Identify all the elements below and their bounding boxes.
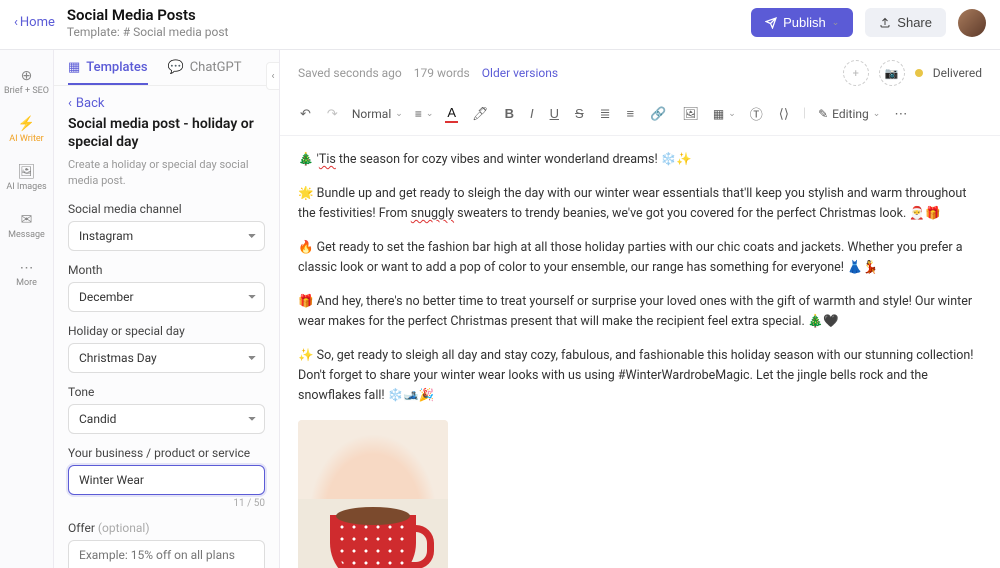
tone-label: Tone — [68, 385, 265, 399]
numbered-list-button[interactable]: ≡ — [625, 104, 637, 123]
form-title: Social media post - holiday or special d… — [68, 115, 265, 151]
chevron-left-icon: ‹ — [68, 96, 72, 111]
holiday-label: Holiday or special day — [68, 324, 265, 338]
code-button[interactable]: ⟨⟩ — [777, 104, 791, 124]
rail-ai-writer[interactable]: ⚡ AI Writer — [4, 108, 50, 152]
underline-button[interactable]: U — [548, 104, 561, 123]
share-button[interactable]: Share — [865, 8, 946, 37]
topbar: ‹ Home Social Media Posts Template: # So… — [0, 0, 1000, 50]
holiday-select[interactable]: Christmas Day — [68, 343, 265, 373]
chat-icon: 💬 — [168, 60, 184, 75]
rail-more[interactable]: ⋯ More — [4, 252, 50, 296]
rail-label: Brief + SEO — [4, 86, 49, 96]
editing-mode-select[interactable]: ✎ Editing ⌄ — [818, 107, 880, 121]
tab-label: Templates — [86, 60, 147, 75]
content-image[interactable] — [298, 420, 448, 568]
page-title: Social Media Posts — [67, 6, 739, 24]
chevron-left-icon: ‹ — [14, 15, 18, 30]
channel-label: Social media channel — [68, 202, 265, 216]
align-select[interactable]: ≡ ⌄ — [415, 107, 434, 121]
text-color-button[interactable]: A — [445, 104, 458, 123]
dots-icon: ⋯ — [19, 260, 35, 276]
link-button[interactable]: 🔗 — [648, 104, 668, 124]
message-icon: ✉ — [19, 212, 35, 228]
saved-status: Saved seconds ago — [298, 66, 402, 80]
back-label: Back — [76, 96, 105, 111]
bullet-list-button[interactable]: ≣ — [598, 104, 613, 124]
editor-content[interactable]: 🎄 'Tis the season for cozy vibes and win… — [280, 136, 1000, 568]
tab-templates[interactable]: ▦ Templates — [68, 60, 148, 85]
image-icon: 🖼 — [19, 164, 35, 180]
nav-rail: ⊕ Brief + SEO ⚡ AI Writer 🖼 AI Images ✉ … — [0, 50, 54, 568]
style-select[interactable]: Normal ⌄ — [352, 107, 403, 121]
business-label: Your business / product or service — [68, 446, 265, 460]
rail-label: AI Images — [6, 182, 46, 192]
older-versions-link[interactable]: Older versions — [482, 66, 558, 80]
offer-textarea[interactable] — [68, 540, 265, 568]
home-link[interactable]: ‹ Home — [14, 15, 55, 30]
paragraph[interactable]: 🎁 And hey, there's no better time to tre… — [298, 292, 982, 332]
business-counter: 11 / 50 — [68, 498, 265, 509]
editor: Saved seconds ago 179 words Older versio… — [280, 50, 1000, 568]
rail-brief-seo[interactable]: ⊕ Brief + SEO — [4, 60, 50, 104]
italic-button[interactable]: I — [528, 104, 536, 123]
add-collaborator-icon[interactable]: + — [843, 60, 869, 86]
upload-icon — [879, 17, 891, 29]
publish-button[interactable]: Publish ⌄ — [751, 8, 853, 37]
bolt-icon: ⚡ — [19, 116, 35, 132]
sidebar: ‹ ▦ Templates 💬 ChatGPT ‹ Back Social me… — [54, 50, 280, 568]
rail-label: AI Writer — [9, 134, 43, 144]
highlight-button[interactable]: 🖊 — [470, 104, 491, 124]
home-label: Home — [20, 15, 55, 30]
delivery-status: Delivered — [933, 66, 982, 80]
back-link[interactable]: ‹ Back — [54, 86, 279, 113]
paragraph[interactable]: 🌟 Bundle up and get ready to sleigh the … — [298, 184, 982, 224]
paragraph[interactable]: ✨ So, get ready to sleigh all day and st… — [298, 346, 982, 406]
redo-button[interactable]: ↷ — [325, 104, 340, 124]
hash-icon: # — [123, 25, 130, 39]
page-subtitle: Template: # Social media post — [67, 25, 739, 39]
chevron-down-icon: ⌄ — [832, 17, 840, 28]
target-icon: ⊕ — [19, 68, 35, 84]
send-icon — [765, 17, 777, 29]
collapse-toggle[interactable]: ‹ — [266, 62, 280, 90]
tab-chatgpt[interactable]: 💬 ChatGPT — [168, 60, 242, 85]
rail-label: More — [16, 278, 37, 288]
status-dot-icon — [915, 69, 923, 77]
business-input[interactable] — [68, 465, 265, 495]
avatar[interactable] — [958, 9, 986, 37]
rail-ai-images[interactable]: 🖼 AI Images — [4, 156, 50, 200]
share-label: Share — [897, 15, 932, 30]
month-select[interactable]: December — [68, 282, 265, 312]
image-button[interactable]: 🖼 — [680, 104, 701, 124]
clear-format-button[interactable]: Ⓣ — [748, 102, 765, 125]
table-select[interactable]: ▦ ⌄ — [713, 107, 736, 121]
form-desc: Create a holiday or special day social m… — [68, 157, 265, 188]
publish-label: Publish — [783, 15, 826, 30]
bold-button[interactable]: B — [503, 104, 516, 123]
paragraph[interactable]: 🔥 Get ready to set the fashion bar high … — [298, 238, 982, 278]
grid-icon: ▦ — [68, 60, 80, 75]
strike-button[interactable]: S — [573, 104, 586, 123]
paragraph[interactable]: 🎄 'Tis the season for cozy vibes and win… — [298, 150, 982, 170]
toolbar: ↶ ↷ Normal ⌄ ≡ ⌄ A 🖊 B I U S ≣ ≡ 🔗 🖼 ▦ ⌄… — [280, 96, 1000, 136]
camera-icon[interactable]: 📷 — [879, 60, 905, 86]
tone-select[interactable]: Candid — [68, 404, 265, 434]
undo-button[interactable]: ↶ — [298, 104, 313, 124]
month-label: Month — [68, 263, 265, 277]
tab-label: ChatGPT — [190, 60, 242, 75]
offer-label: Offer (optional) — [68, 521, 265, 535]
more-toolbar-button[interactable]: ⋯ — [892, 104, 909, 124]
rail-label: Message — [8, 230, 45, 240]
channel-select[interactable]: Instagram — [68, 221, 265, 251]
rail-message[interactable]: ✉ Message — [4, 204, 50, 248]
word-count: 179 words — [414, 66, 470, 80]
